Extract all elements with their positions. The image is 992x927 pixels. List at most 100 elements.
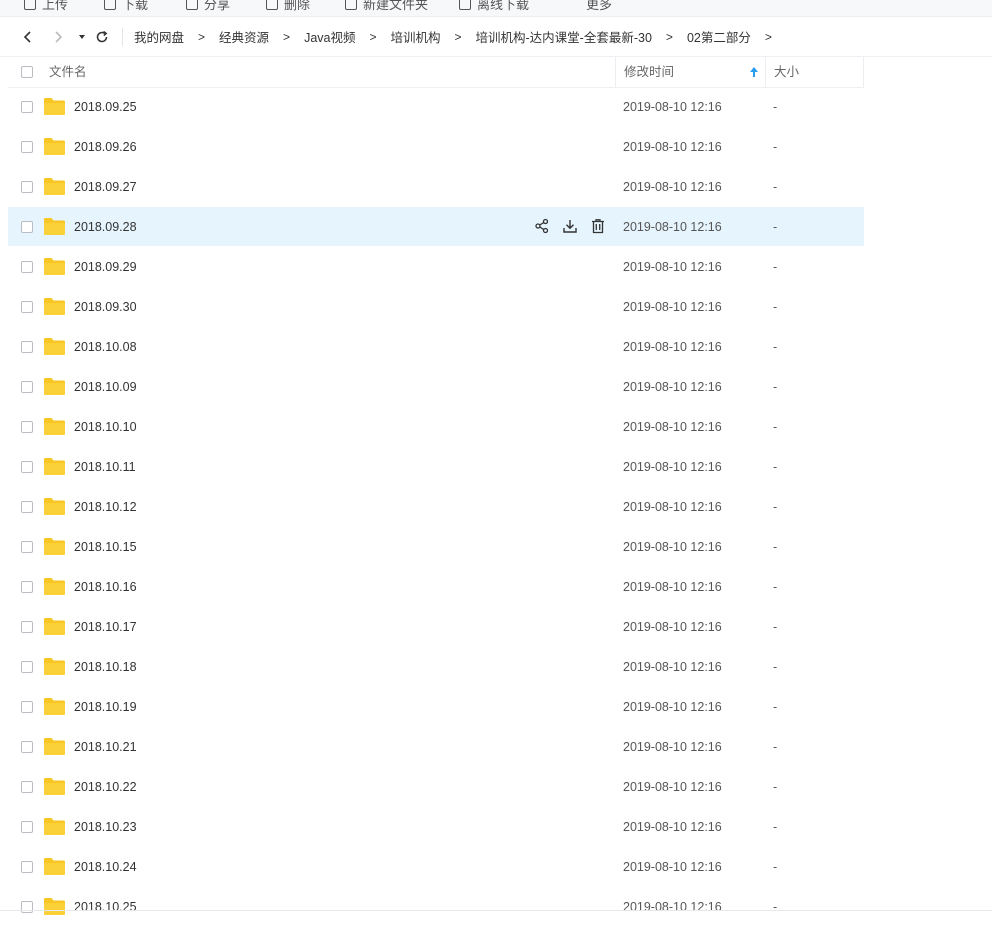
table-row[interactable]: 2018.10.22 2019-08-10 12:16 -: [8, 767, 864, 806]
table-row[interactable]: 2018.09.29 2019-08-10 12:16 -: [8, 247, 864, 286]
file-name[interactable]: 2018.10.21: [74, 727, 137, 767]
file-name[interactable]: 2018.10.18: [74, 647, 137, 687]
row-checkbox[interactable]: [21, 901, 33, 913]
file-name[interactable]: 2018.10.23: [74, 807, 137, 847]
row-checkbox[interactable]: [21, 581, 33, 593]
table-row[interactable]: 2018.10.18 2019-08-10 12:16 -: [8, 647, 864, 686]
file-name[interactable]: 2018.10.22: [74, 767, 137, 807]
file-size: -: [773, 580, 778, 594]
file-name[interactable]: 2018.10.19: [74, 687, 137, 727]
row-checkbox[interactable]: [21, 101, 33, 113]
modified-time: 2019-08-10 12:16: [623, 260, 722, 274]
breadcrumb-item-java-videos[interactable]: Java视频: [304, 27, 355, 46]
history-dropdown-button[interactable]: [74, 17, 90, 56]
back-button[interactable]: [16, 17, 40, 56]
file-name[interactable]: 2018.10.08: [74, 327, 137, 367]
file-name[interactable]: 2018.10.25: [74, 887, 137, 927]
toolbar-new-folder-button[interactable]: 新建文件夹: [345, 0, 428, 13]
row-checkbox[interactable]: [21, 701, 33, 713]
select-all-checkbox[interactable]: [21, 66, 33, 78]
table-row[interactable]: 2018.10.16 2019-08-10 12:16 -: [8, 567, 864, 606]
table-row[interactable]: 2018.10.17 2019-08-10 12:16 -: [8, 607, 864, 646]
table-row[interactable]: 2018.10.10 2019-08-10 12:16 -: [8, 407, 864, 446]
folder-icon: [44, 498, 65, 515]
breadcrumb-item-classic-resources[interactable]: 经典资源: [219, 27, 269, 46]
table-row[interactable]: 2018.10.08 2019-08-10 12:16 -: [8, 327, 864, 366]
row-checkbox[interactable]: [21, 301, 33, 313]
modified-time: 2019-08-10 12:16: [623, 580, 722, 594]
table-row[interactable]: 2018.09.25 2019-08-10 12:16 -: [8, 87, 864, 126]
forward-button[interactable]: [46, 17, 70, 56]
refresh-button[interactable]: [92, 17, 112, 56]
navigation-bar: 我的网盘 > 经典资源 > Java视频 > 培训机构 > 培训机构-达内课堂-…: [0, 17, 992, 57]
table-row[interactable]: 2018.10.15 2019-08-10 12:16 -: [8, 527, 864, 566]
file-name[interactable]: 2018.10.10: [74, 407, 137, 447]
file-name[interactable]: 2018.09.28: [74, 207, 137, 247]
table-row[interactable]: 2018.10.12 2019-08-10 12:16 -: [8, 487, 864, 526]
row-checkbox[interactable]: [21, 341, 33, 353]
file-name[interactable]: 2018.10.09: [74, 367, 137, 407]
file-name[interactable]: 2018.10.15: [74, 527, 137, 567]
file-name[interactable]: 2018.09.29: [74, 247, 137, 287]
breadcrumb-item-my-drive[interactable]: 我的网盘: [134, 27, 184, 46]
row-checkbox[interactable]: [21, 661, 33, 673]
row-checkbox[interactable]: [21, 461, 33, 473]
file-name[interactable]: 2018.09.25: [74, 87, 137, 127]
toolbar-offline-download-button[interactable]: 离线下载: [459, 0, 529, 13]
row-actions: [534, 218, 606, 234]
row-checkbox[interactable]: [21, 261, 33, 273]
row-checkbox[interactable]: [21, 821, 33, 833]
share-icon[interactable]: [534, 218, 550, 234]
table-row[interactable]: 2018.09.30 2019-08-10 12:16 -: [8, 287, 864, 326]
file-name[interactable]: 2018.10.17: [74, 607, 137, 647]
row-checkbox[interactable]: [21, 141, 33, 153]
row-checkbox[interactable]: [21, 861, 33, 873]
column-header-modified[interactable]: 修改时间: [615, 57, 765, 87]
row-checkbox[interactable]: [21, 501, 33, 513]
row-checkbox[interactable]: [21, 621, 33, 633]
file-size: -: [773, 180, 778, 194]
download-icon[interactable]: [562, 218, 578, 234]
file-name[interactable]: 2018.10.24: [74, 847, 137, 887]
table-row[interactable]: 2018.10.19 2019-08-10 12:16 -: [8, 687, 864, 726]
toolbar-download-button[interactable]: 下载: [104, 0, 148, 13]
toolbar-upload-button[interactable]: 上传: [24, 0, 68, 13]
table-row[interactable]: 2018.09.28 2019-08-10 12:16 -: [8, 207, 864, 246]
row-checkbox[interactable]: [21, 781, 33, 793]
folder-icon: [44, 738, 65, 755]
file-name[interactable]: 2018.10.12: [74, 487, 137, 527]
breadcrumb-item-training[interactable]: 培训机构: [390, 27, 440, 46]
table-row[interactable]: 2018.10.24 2019-08-10 12:16 -: [8, 847, 864, 886]
row-checkbox[interactable]: [21, 381, 33, 393]
table-row[interactable]: 2018.10.23 2019-08-10 12:16 -: [8, 807, 864, 846]
table-row[interactable]: 2018.09.27 2019-08-10 12:16 -: [8, 167, 864, 206]
file-name[interactable]: 2018.10.16: [74, 567, 137, 607]
delete-icon[interactable]: [590, 218, 606, 234]
table-row[interactable]: 2018.10.11 2019-08-10 12:16 -: [8, 447, 864, 486]
table-row[interactable]: 2018.09.26 2019-08-10 12:16 -: [8, 127, 864, 166]
row-checkbox[interactable]: [21, 221, 33, 233]
table-row[interactable]: 2018.10.21 2019-08-10 12:16 -: [8, 727, 864, 766]
row-checkbox[interactable]: [21, 181, 33, 193]
column-header-name[interactable]: 文件名: [49, 57, 87, 87]
modified-time: 2019-08-10 12:16: [623, 380, 722, 394]
file-name[interactable]: 2018.09.27: [74, 167, 137, 207]
file-name[interactable]: 2018.09.26: [74, 127, 137, 167]
toolbar-more-button[interactable]: 更多: [574, 0, 612, 13]
modified-time: 2019-08-10 12:16: [623, 180, 722, 194]
file-name[interactable]: 2018.09.30: [74, 287, 137, 327]
file-name[interactable]: 2018.10.11: [74, 447, 136, 487]
file-size: -: [773, 460, 778, 474]
toolbar-share-button[interactable]: 分享: [186, 0, 230, 13]
table-row[interactable]: 2018.10.25 2019-08-10 12:16 -: [8, 887, 864, 926]
modified-time: 2019-08-10 12:16: [623, 860, 722, 874]
breadcrumb-item-tarena[interactable]: 培训机构-达内课堂-全套最新-30: [476, 27, 652, 46]
breadcrumb-item-current[interactable]: 02第二部分: [687, 27, 751, 46]
row-checkbox[interactable]: [21, 541, 33, 553]
modified-time: 2019-08-10 12:16: [623, 140, 722, 154]
row-checkbox[interactable]: [21, 421, 33, 433]
row-checkbox[interactable]: [21, 741, 33, 753]
column-header-size[interactable]: 大小: [765, 57, 864, 87]
toolbar-delete-button[interactable]: 删除: [266, 0, 310, 13]
table-row[interactable]: 2018.10.09 2019-08-10 12:16 -: [8, 367, 864, 406]
